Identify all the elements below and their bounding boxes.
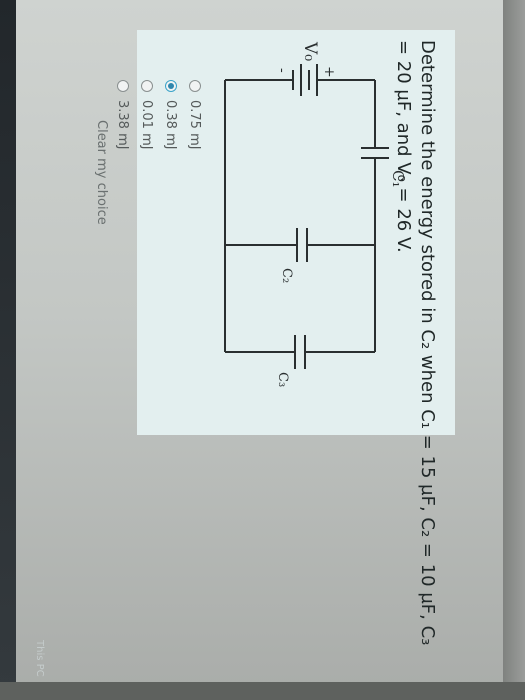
option-4[interactable]: 3.38 mJ xyxy=(113,80,133,150)
c3-label: C₃ xyxy=(275,372,290,387)
photo-edge xyxy=(0,682,525,700)
clear-choice-link[interactable]: Clear my choice xyxy=(94,120,109,225)
c3-gap xyxy=(296,346,304,358)
option-1-label: 0.75 mJ xyxy=(187,100,203,150)
option-1[interactable]: 0.75 mJ xyxy=(185,80,205,150)
c2-label: C₂ xyxy=(279,268,294,283)
radio-option-4[interactable] xyxy=(117,80,129,92)
radio-option-2-selected[interactable] xyxy=(165,80,177,92)
radio-option-3[interactable] xyxy=(141,80,153,92)
option-3-label: 0.01 mJ xyxy=(139,100,155,150)
source-label: V₀ xyxy=(300,41,320,61)
option-3[interactable]: 0.01 mJ xyxy=(137,80,157,150)
c1-label: C₁ xyxy=(389,170,407,188)
minus-label: - xyxy=(274,68,290,73)
option-2-label: 0.38 mJ xyxy=(163,100,179,150)
plus-label: + xyxy=(321,66,337,78)
radio-option-1[interactable] xyxy=(189,80,201,92)
this-pc-label: This PC xyxy=(34,640,45,677)
option-2[interactable]: 0.38 mJ xyxy=(161,80,181,150)
option-4-label: 3.38 mJ xyxy=(115,100,131,150)
rotated-page: Determine the energy stored in C₂ when C… xyxy=(0,0,525,700)
